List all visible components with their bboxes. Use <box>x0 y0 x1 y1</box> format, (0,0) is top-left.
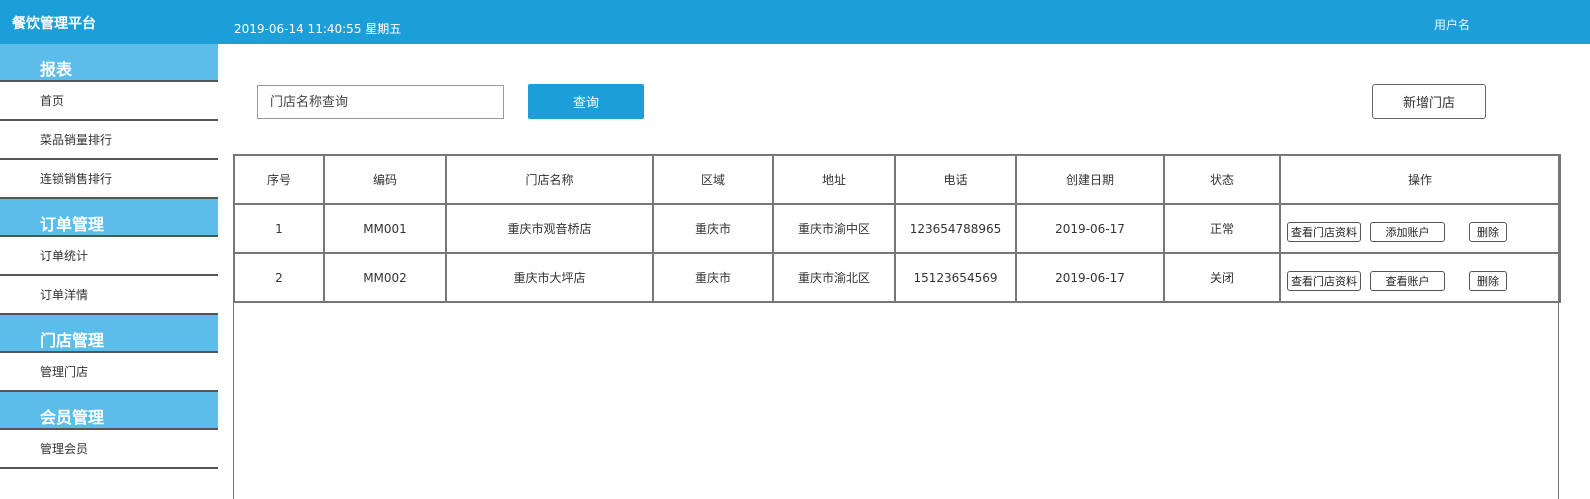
username-label[interactable]: 用户名 <box>1434 16 1470 33</box>
column-header-status: 状态 <box>1163 154 1281 205</box>
store-name-search-input[interactable] <box>257 85 504 119</box>
column-header-actions: 操作 <box>1279 154 1561 205</box>
cell-created-date: 2019-06-17 <box>1015 203 1165 254</box>
sidebar-item-label: 管理会员 <box>40 442 89 456</box>
store-table-panel: 序号 编码 门店名称 区域 地址 电话 创建日期 状态 操作 1 MM001 重… <box>233 154 1561 499</box>
cell-created-date: 2019-06-17 <box>1015 252 1165 303</box>
view-account-button[interactable]: 查看账户 <box>1370 271 1445 291</box>
table-row: 2 MM002 重庆市大坪店 重庆市 重庆市渝北区 15123654569 20… <box>233 252 1561 303</box>
cell-address: 重庆市渝中区 <box>772 203 896 254</box>
cell-store-name: 重庆市大坪店 <box>445 252 654 303</box>
cell-no: 2 <box>233 252 325 303</box>
sidebar-item-label: 连锁销售排行 <box>40 172 113 186</box>
app-title: 餐饮管理平台 <box>12 16 96 32</box>
sidebar-item-chain-sales-ranking[interactable]: 连锁销售排行 <box>0 160 218 199</box>
cell-code: MM002 <box>323 252 447 303</box>
sidebar-item-label: 订单洋情 <box>40 288 89 302</box>
column-header-no: 序号 <box>233 154 325 205</box>
sidebar-section-stores: 门店管理 <box>0 315 218 353</box>
store-table: 序号 编码 门店名称 区域 地址 电话 创建日期 状态 操作 1 MM001 重… <box>233 154 1561 303</box>
sidebar-item-label: 管理门店 <box>40 365 89 379</box>
cell-address: 重庆市渝北区 <box>772 252 896 303</box>
cell-phone: 123654788965 <box>894 203 1017 254</box>
column-header-region: 区域 <box>652 154 774 205</box>
table-row: 1 MM001 重庆市观音桥店 重庆市 重庆市渝中区 123654788965 … <box>233 203 1561 254</box>
sidebar-section-orders: 订单管理 <box>0 199 218 237</box>
sidebar: 报表 首页 菜品销量排行 连锁销售排行 订单管理 订单统计 订单洋情 门店管理 … <box>0 44 218 499</box>
sidebar-item-label: 订单统计 <box>40 249 89 263</box>
cell-region: 重庆市 <box>652 203 774 254</box>
current-datetime: 2019-06-14 11:40:55 星期五 <box>234 22 402 36</box>
view-store-info-button[interactable]: 查看门店资料 <box>1287 271 1361 291</box>
sidebar-item-home[interactable]: 首页 <box>0 82 218 121</box>
sidebar-item-label: 首页 <box>40 94 65 108</box>
delete-button[interactable]: 删除 <box>1469 222 1507 242</box>
sidebar-section-reports: 报表 <box>0 44 218 82</box>
cell-code: MM001 <box>323 203 447 254</box>
query-button[interactable]: 查询 <box>528 84 644 119</box>
cell-phone: 15123654569 <box>894 252 1017 303</box>
column-header-created-date: 创建日期 <box>1015 154 1165 205</box>
add-store-button[interactable]: 新增门店 <box>1372 84 1486 119</box>
sidebar-item-dish-sales-ranking[interactable]: 菜品销量排行 <box>0 121 218 160</box>
sidebar-item-order-details[interactable]: 订单洋情 <box>0 276 218 315</box>
column-header-phone: 电话 <box>894 154 1017 205</box>
cell-actions: 查看门店资料 添加账户 删除 <box>1279 203 1561 254</box>
column-header-store-name: 门店名称 <box>445 154 654 205</box>
sidebar-item-label: 菜品销量排行 <box>40 133 113 147</box>
table-header-row: 序号 编码 门店名称 区域 地址 电话 创建日期 状态 操作 <box>233 154 1561 205</box>
cell-status: 关闭 <box>1163 252 1281 303</box>
add-account-button[interactable]: 添加账户 <box>1370 222 1445 242</box>
cell-store-name: 重庆市观音桥店 <box>445 203 654 254</box>
cell-no: 1 <box>233 203 325 254</box>
cell-actions: 查看门店资料 查看账户 删除 <box>1279 252 1561 303</box>
sidebar-section-members: 会员管理 <box>0 392 218 430</box>
cell-region: 重庆市 <box>652 252 774 303</box>
view-store-info-button[interactable]: 查看门店资料 <box>1287 222 1361 242</box>
top-bar: 餐饮管理平台 2019-06-14 11:40:55 星期五 用户名 <box>0 0 1590 44</box>
column-header-address: 地址 <box>772 154 896 205</box>
column-header-code: 编码 <box>323 154 447 205</box>
sidebar-item-manage-members[interactable]: 管理会员 <box>0 430 218 469</box>
cell-status: 正常 <box>1163 203 1281 254</box>
delete-button[interactable]: 删除 <box>1469 271 1507 291</box>
sidebar-item-order-stats[interactable]: 订单统计 <box>0 237 218 276</box>
sidebar-item-manage-stores[interactable]: 管理门店 <box>0 353 218 392</box>
